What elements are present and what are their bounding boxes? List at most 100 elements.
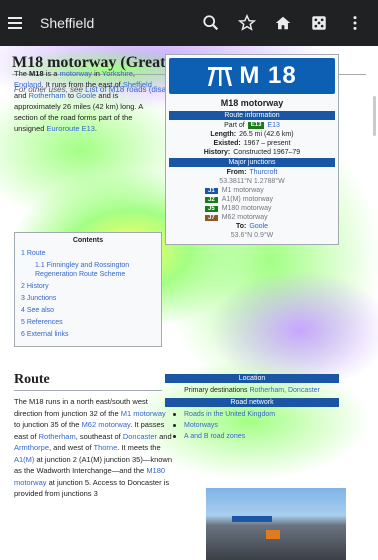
network-link[interactable]: A and B road zones [184,433,245,440]
to-link[interactable]: Goole [249,223,268,230]
junction-label: A1(M) motorway [221,196,274,203]
junction-label: M62 motorway [221,214,268,221]
link-armthorpe[interactable]: Armthorpe [14,443,49,452]
home-icon[interactable] [268,8,298,38]
junction-row: J7 M62 motorway [205,214,335,221]
lead-text: . It runs from the east of [41,80,121,89]
euroroute-link[interactable]: E13 [267,122,279,129]
list-item: Roads in the United Kingdom [173,411,339,418]
menu-icon[interactable] [8,12,30,34]
link-motorway[interactable]: motorway [59,69,92,78]
infobox-name: M18 motorway [220,98,284,108]
primary-destinations-label: Primary destinations [184,387,248,394]
toc-title: Contents [72,237,104,244]
scrollbar[interactable] [373,96,376,136]
app-bar: Sheffield [0,0,378,46]
junction-row: J5 M180 motorway [205,205,335,212]
dice-icon[interactable] [304,8,334,38]
from-row: From: Thurcroft [169,169,335,176]
link-rotherham[interactable]: Rotherham [29,91,66,100]
from-link[interactable]: Thurcroft [249,169,277,176]
to-label: To: [235,223,247,230]
list-item: A and B road zones [173,433,339,440]
motorway-symbol-icon [208,67,233,86]
toc-item-see-also[interactable]: 4 See also [21,306,155,315]
lead-text: to [67,91,75,100]
length-label: Length: [210,131,237,138]
to-coords: 53.6°N 0.9°W [230,232,274,239]
major-junctions-header: Major junctions [169,158,335,167]
junction-badge: J1 [205,187,218,194]
lead-bold-name: M18 [29,69,44,78]
junction-badge: J2 [205,196,218,203]
junction-row: J1 M1 motorway [205,187,335,194]
existed-row: Existed: 1967 – present [169,140,335,147]
junction-label: M180 motorway [221,205,272,212]
infobox: M 18 M18 motorway Route information Part… [165,54,339,245]
lead-paragraph: The M18 is a motorway in Yorkshire, Engl… [14,68,160,134]
lead-text: and [14,91,27,100]
sign-text: M 18 [239,62,297,89]
location-header: Location [165,374,339,383]
junction-label: M1 motorway [221,187,264,194]
network-link[interactable]: Motorways [184,422,218,429]
lead-text: is a [45,69,58,78]
road-network-list: Roads in the United Kingdom Motorways A … [165,411,339,440]
toc-item-references[interactable]: 5 References [21,318,155,327]
list-item: Motorways [173,422,339,429]
toc-item-route[interactable]: 1 Route [21,249,155,258]
link-a1m[interactable]: A1(M) [14,455,34,464]
junction-badge: J5 [205,205,218,212]
route-text: , southeast of [75,431,121,441]
link-rotherham[interactable]: Rotherham [39,432,76,441]
lead-text: The [14,69,27,78]
motorway-sign: M 18 [169,58,335,94]
appbar-actions [196,8,370,38]
toc-item-external-links[interactable]: 6 External links [21,330,155,339]
history-value: Constructed 1967–79 [233,149,301,156]
lead-text: in [94,69,100,78]
existed-label: Existed: [213,140,241,147]
part-of-row: Part of E13 E13 [169,122,335,129]
destinations-links[interactable]: Rotherham, Doncaster [249,387,319,394]
route-info-header: Route information [169,111,335,120]
existed-value: 1967 – present [243,140,291,147]
photo-vehicle-shape [266,530,280,539]
history-label: History: [203,149,231,156]
toc-item-junctions[interactable]: 3 Junctions [21,294,155,303]
history-row: History: Constructed 1967–79 [169,149,335,156]
link-thorne[interactable]: Thorne [94,443,118,452]
link-england[interactable]: England [14,80,42,89]
link-m62[interactable]: M62 motorway [82,420,131,429]
toc-item-finningley[interactable]: 1.1 Finningley and Rossington Regenerati… [35,261,155,279]
motorway-photo[interactable] [206,488,346,560]
star-icon[interactable] [232,8,262,38]
length-row: Length: 26.5 mi (42.6 km) [169,131,335,138]
more-icon[interactable] [340,8,370,38]
from-coords: 53.3811°N 1.2788°W [219,178,285,185]
route-text: , and west of [49,443,92,452]
junction-row: J2 A1(M) motorway [205,196,335,203]
link-m1[interactable]: M1 motorway [121,409,166,418]
section-heading-route: Route [14,372,162,391]
link-yorkshire[interactable]: Yorkshire [102,69,133,78]
network-link[interactable]: Roads in the United Kingdom [184,411,275,418]
link-doncaster[interactable]: Doncaster [123,432,157,441]
part-of-label: Part of [224,122,245,129]
app-title: Sheffield [40,15,95,31]
link-sheffield[interactable]: Sheffield [123,80,152,89]
from-label: From: [226,169,247,176]
toc-item-history[interactable]: 2 History [21,282,155,291]
search-icon[interactable] [196,8,226,38]
euroroute-badge: E13 [247,122,265,129]
route-text: . It meets the [117,443,161,452]
route-text: to junction 35 of the [14,420,80,429]
link-euroroute[interactable]: Euroroute E13 [47,124,95,133]
link-goole[interactable]: Goole [76,91,96,100]
photo-sign-shape [232,516,272,522]
length-value: 26.5 mi (42.6 km) [239,131,294,138]
table-of-contents: Contents 1 Route 1.1 Finningley and Ross… [14,232,162,347]
road-network-header: Road network [165,398,339,407]
route-paragraph: The M18 runs in a north east/south west … [14,396,174,500]
lead-text: , [132,69,135,78]
